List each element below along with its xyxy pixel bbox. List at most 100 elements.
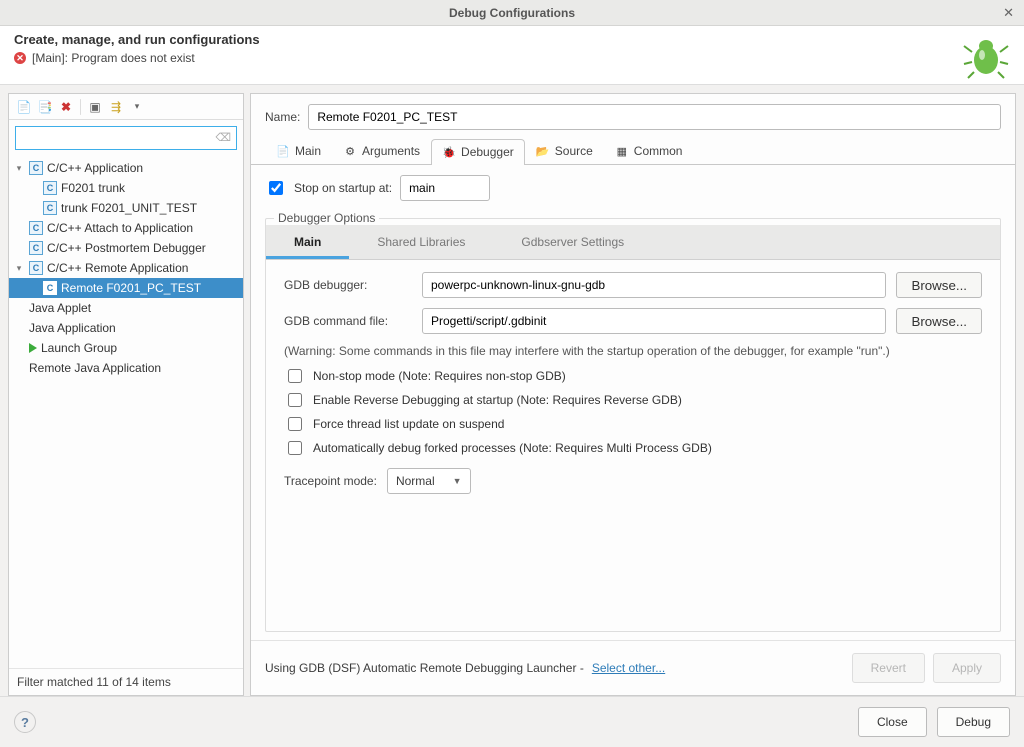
gdb-cmdfile-input[interactable] (422, 308, 886, 334)
debugger-subtabs: MainShared LibrariesGdbserver Settings (266, 225, 1000, 260)
duplicate-config-icon[interactable]: 📑 (36, 98, 54, 116)
body: 📄 📑 ✖ ▣ ⇶ ▾ ⌫ ▾ C C/C++ Application C F0201 … (0, 85, 1024, 696)
launcher-row: Using GDB (DSF) Automatic Remote Debuggi… (251, 640, 1015, 695)
tab-debugger[interactable]: 🐞 Debugger (431, 139, 525, 165)
tab-label: Debugger (461, 145, 514, 159)
tab-label: Source (555, 144, 593, 158)
force-threadlist-label: Force thread list update on suspend (313, 417, 504, 431)
gdb-debugger-label: GDB debugger: (284, 278, 412, 292)
subtab-gdbserver-settings[interactable]: Gdbserver Settings (493, 225, 652, 259)
delete-config-icon[interactable]: ✖ (57, 98, 75, 116)
tab-arguments[interactable]: ⚙Arguments (332, 138, 431, 164)
launch-group-icon (29, 343, 37, 353)
help-icon[interactable]: ? (14, 711, 36, 733)
tab-common[interactable]: ▦Common (604, 138, 694, 164)
tree-node[interactable]: Launch Group (9, 338, 243, 358)
c-launch-icon: C (29, 241, 43, 255)
tree-node[interactable]: C C/C++ Attach to Application (9, 218, 243, 238)
debug-button[interactable]: Debug (937, 707, 1010, 737)
arguments-tab-icon: ⚙ (343, 144, 357, 158)
cmdfile-warning: (Warning: Some commands in this file may… (284, 344, 982, 358)
revert-button[interactable]: Revert (852, 653, 925, 683)
launcher-text: Using GDB (DSF) Automatic Remote Debuggi… (265, 661, 584, 675)
c-launch-icon: C (29, 161, 43, 175)
nonstop-checkbox[interactable] (288, 369, 302, 383)
tree-node-label: Launch Group (41, 341, 117, 355)
tree-node-selected[interactable]: C Remote F0201_PC_TEST (9, 278, 243, 298)
tree-node[interactable]: Java Applet (9, 298, 243, 318)
tree-node[interactable]: C C/C++ Postmortem Debugger (9, 238, 243, 258)
gdb-debugger-input[interactable] (422, 272, 886, 298)
source-tab-icon: 📂 (536, 144, 550, 158)
common-tab-icon: ▦ (615, 144, 629, 158)
tree-node[interactable]: Ctrunk F0201_UNIT_TEST (9, 198, 243, 218)
gdb-debugger-browse-button[interactable]: Browse... (896, 272, 982, 298)
config-panel: Name: 📄Main⚙Arguments🐞Debugger📂Source▦Co… (250, 93, 1016, 696)
apply-button[interactable]: Apply (933, 653, 1001, 683)
subtab-shared-libraries[interactable]: Shared Libraries (349, 225, 493, 259)
debug-bug-icon (962, 32, 1010, 80)
window-title: Debug Configurations (449, 6, 575, 20)
tab-source[interactable]: 📂 Source (525, 138, 604, 164)
tree-node[interactable]: Remote Java Application (9, 358, 243, 378)
tree-node-label: C/C++ Remote Application (47, 261, 188, 275)
debugger-tab-body: Stop on startup at: Debugger Options Mai… (251, 165, 1015, 640)
tree-node[interactable]: ▾CC/C++ Remote Application (9, 258, 243, 278)
c-launch-icon: C (29, 221, 43, 235)
reverse-debug-checkbox[interactable] (288, 393, 302, 407)
debugger-tab-icon: 🐞 (442, 145, 456, 159)
tree-node-label: Java Applet (29, 301, 91, 315)
filter-config-icon[interactable]: ⇶ (107, 98, 125, 116)
tab-label: Main (295, 144, 321, 158)
collapse-all-icon[interactable]: ▣ (86, 98, 104, 116)
error-icon: ✕ (14, 52, 26, 64)
separator (80, 99, 81, 115)
config-sidebar: 📄 📑 ✖ ▣ ⇶ ▾ ⌫ ▾ C C/C++ Application C F0201 … (8, 93, 244, 696)
c-launch-icon: C (43, 201, 57, 215)
tab-main[interactable]: 📄Main (265, 138, 332, 164)
subtab-main[interactable]: Main (266, 225, 349, 259)
titlebar: Debug Configurations ✕ (0, 0, 1024, 26)
tracemode-value: Normal (396, 474, 435, 488)
tree-node-label: C/C++ Attach to Application (47, 221, 193, 235)
tree-node[interactable]: Java Application (9, 318, 243, 338)
config-name-input[interactable] (308, 104, 1001, 130)
force-threadlist-checkbox[interactable] (288, 417, 302, 431)
select-other-link[interactable]: Select other... (592, 661, 665, 675)
header: Create, manage, and run configurations ✕… (0, 26, 1024, 85)
tree-filter-input[interactable] (15, 126, 237, 150)
tree-node[interactable]: ▾CC/C++ Application (9, 158, 243, 178)
tree-node-label: C/C++ Postmortem Debugger (47, 241, 206, 255)
dropdown-arrow-icon[interactable]: ▾ (128, 98, 146, 116)
tree-filter-count: Filter matched 11 of 14 items (9, 668, 243, 695)
sidebar-toolbar: 📄 📑 ✖ ▣ ⇶ ▾ (9, 94, 243, 120)
c-launch-icon: C (43, 181, 57, 195)
header-heading: Create, manage, and run configurations (14, 32, 962, 47)
chevron-down-icon: ▼ (453, 476, 462, 486)
c-launch-icon: C (43, 281, 57, 295)
tree-node-label: C/C++ Application (47, 161, 143, 175)
tree-node[interactable]: C F0201 trunk (9, 178, 243, 198)
auto-fork-checkbox[interactable] (288, 441, 302, 455)
stop-on-startup-checkbox[interactable] (269, 181, 283, 195)
c-launch-icon: C (29, 261, 43, 275)
tracemode-select[interactable]: Normal ▼ (387, 468, 471, 494)
config-tree[interactable]: ▾CC/C++ ApplicationCF0201 trunkCtrunk F0… (9, 156, 243, 668)
new-config-icon[interactable]: 📄 (15, 98, 33, 116)
close-button[interactable]: Close (858, 707, 927, 737)
config-tabbar: 📄Main⚙Arguments 🐞 Debugger 📂 Source ▦Common (251, 138, 1015, 165)
header-error: [Main]: Program does not exist (32, 51, 195, 65)
stop-on-startup-input[interactable] (400, 175, 490, 201)
stop-on-startup-label: Stop on startup at: (294, 181, 392, 195)
tree-node-label: Remote F0201_PC_TEST (61, 281, 201, 295)
clear-filter-icon[interactable]: ⌫ (215, 131, 231, 144)
debugger-options-legend: Debugger Options (274, 211, 379, 225)
tree-filter: ⌫ (15, 126, 237, 150)
reverse-debug-label: Enable Reverse Debugging at startup (Not… (313, 393, 682, 407)
gdb-cmdfile-browse-button[interactable]: Browse... (896, 308, 982, 334)
close-icon[interactable]: ✕ (1003, 5, 1014, 21)
auto-fork-label: Automatically debug forked processes (No… (313, 441, 712, 455)
gdb-cmdfile-label: GDB command file: (284, 314, 412, 328)
tree-node-label: Java Application (29, 321, 116, 335)
tree-node-label: F0201 trunk (61, 181, 125, 195)
